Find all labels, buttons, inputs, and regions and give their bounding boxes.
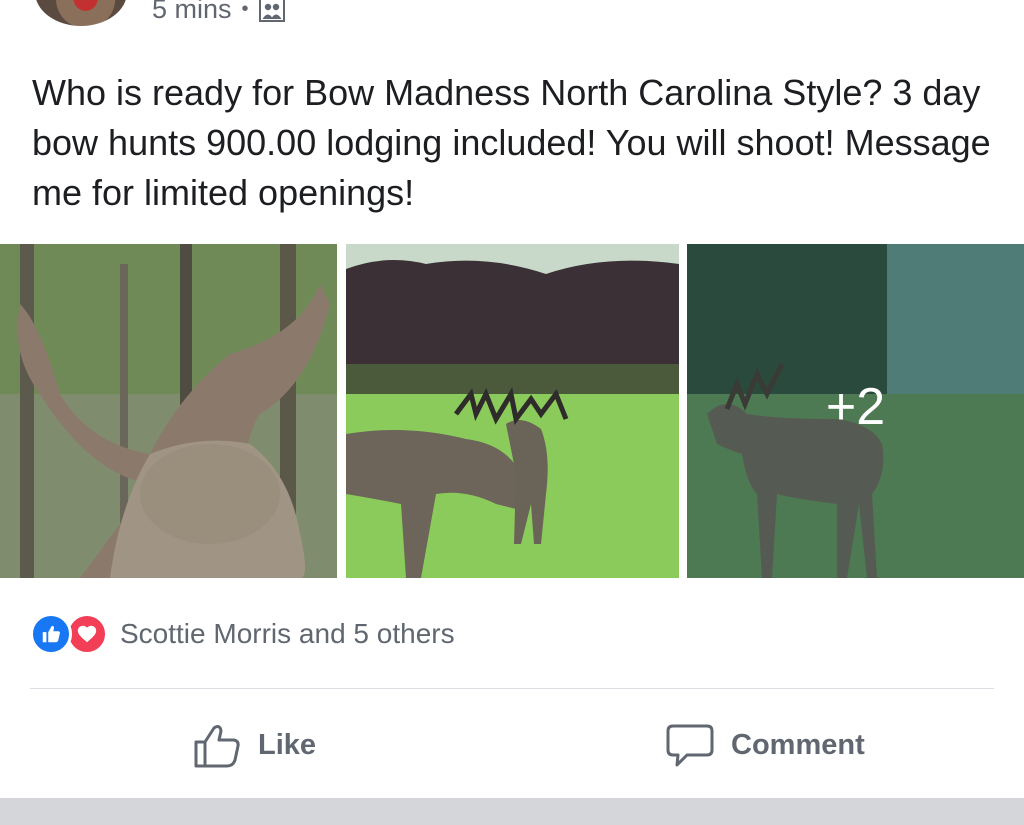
post-photo-2[interactable]	[346, 244, 679, 578]
deer-photo	[346, 244, 679, 578]
meta-separator: •	[241, 0, 249, 20]
deer-photo	[0, 244, 337, 578]
photo-grid: +2	[0, 244, 1024, 578]
reaction-icons	[30, 613, 112, 655]
avatar[interactable]	[35, 0, 127, 26]
reactions-summary-text: Scottie Morris and 5 others	[120, 618, 455, 649]
post-photo-1[interactable]	[0, 244, 337, 578]
thumbs-up-icon	[194, 725, 240, 768]
more-photos-overlay[interactable]: +2	[687, 244, 1024, 578]
like-reaction-icon	[30, 613, 72, 655]
comment-button[interactable]: Comment	[665, 712, 865, 778]
more-photos-count: +2	[825, 378, 886, 436]
reactions-summary[interactable]: Scottie Morris and 5 others	[30, 612, 455, 656]
post-header: 5 mins •	[0, 0, 1024, 40]
post-photo-3[interactable]: +2	[687, 244, 1024, 578]
feed-separator	[0, 798, 1024, 825]
post-time[interactable]: 5 mins	[152, 0, 232, 25]
love-reaction-icon	[66, 613, 108, 655]
friends-audience-icon[interactable]	[258, 0, 285, 22]
divider	[30, 688, 994, 689]
post-actions: Like Comment	[0, 712, 1024, 778]
like-button[interactable]: Like	[192, 712, 316, 778]
comment-icon	[666, 724, 714, 767]
comment-label: Comment	[731, 728, 865, 761]
post-text: Who is ready for Bow Madness North Carol…	[32, 72, 991, 213]
post-meta: 5 mins •	[152, 0, 285, 25]
like-label: Like	[258, 728, 317, 761]
